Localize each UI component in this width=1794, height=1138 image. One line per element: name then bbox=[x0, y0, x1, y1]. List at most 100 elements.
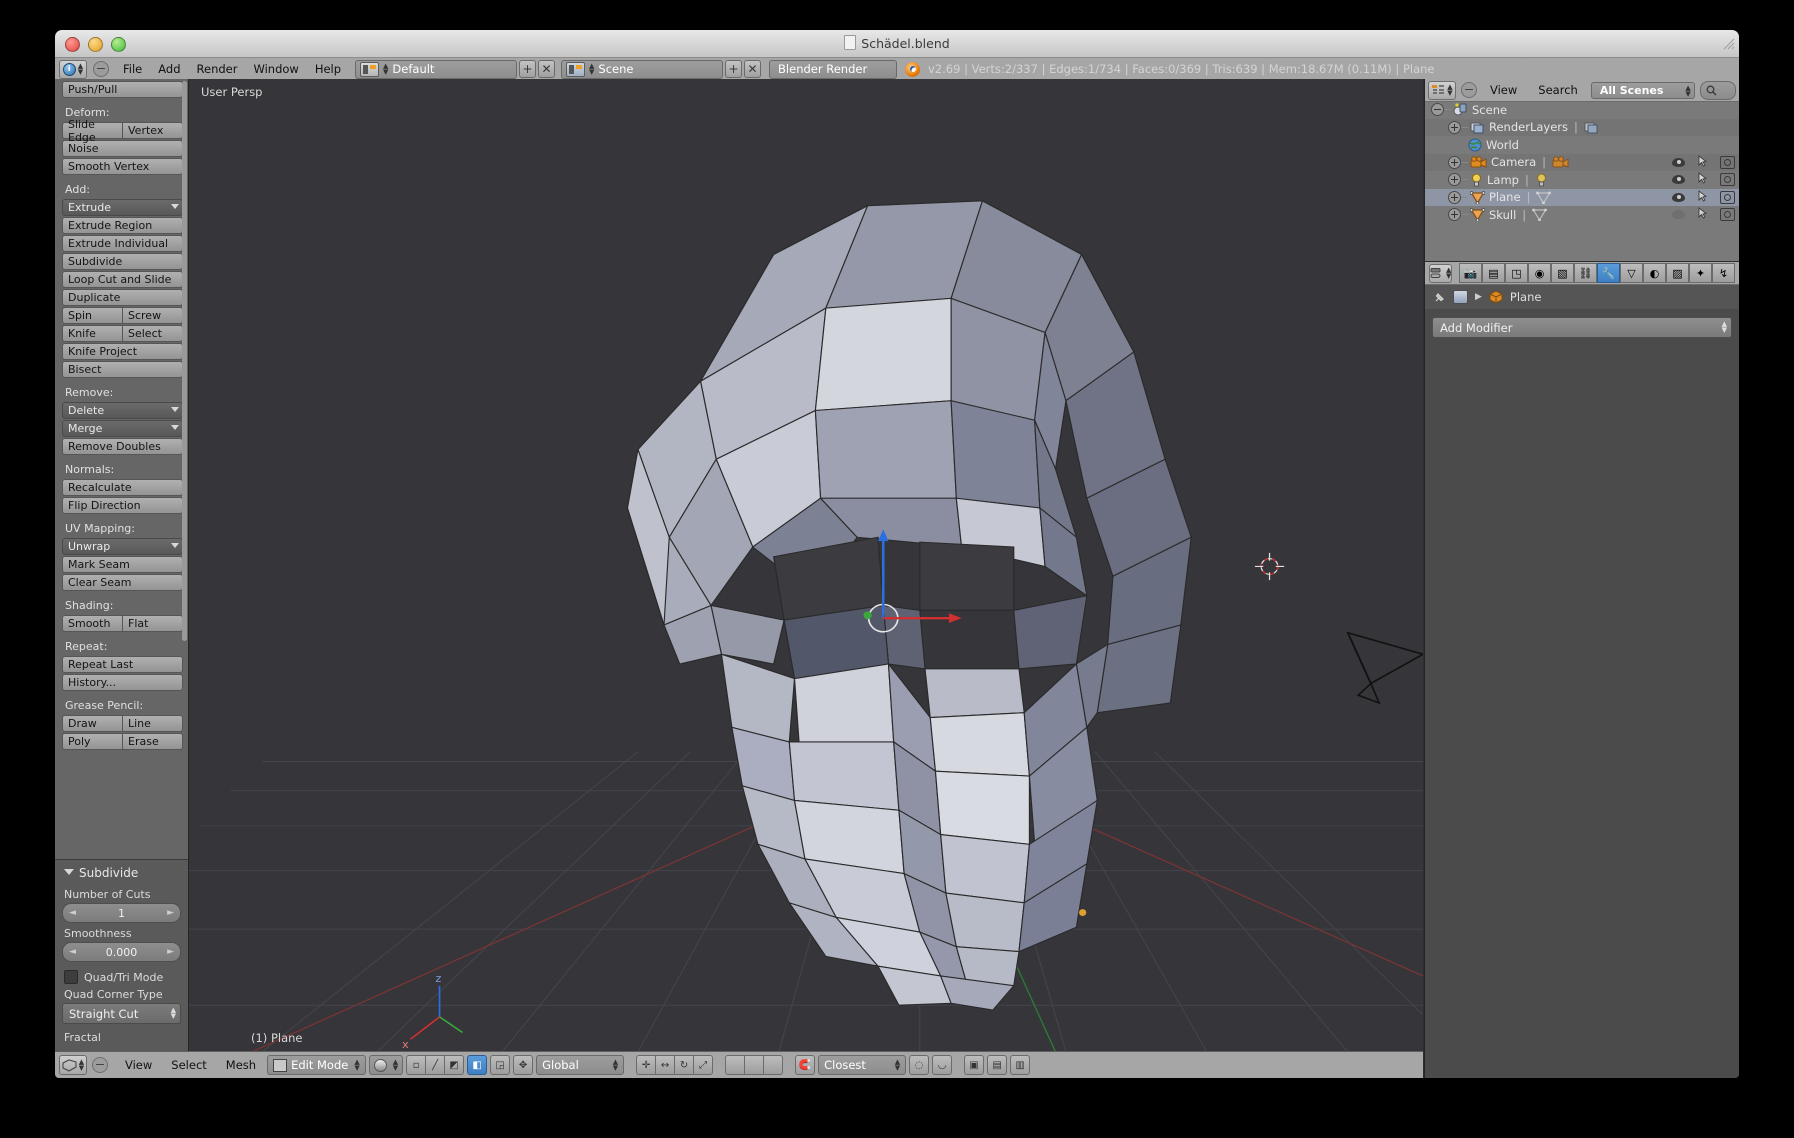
expand-icon[interactable] bbox=[1448, 121, 1461, 134]
object-data-icon[interactable] bbox=[1532, 208, 1547, 221]
face-select-icon[interactable]: ◩ bbox=[445, 1055, 464, 1075]
decrement-icon[interactable]: ◄ bbox=[69, 908, 76, 918]
tool-smooth[interactable]: Smooth bbox=[62, 615, 123, 632]
rotate-manipulator-icon[interactable]: ↻ bbox=[675, 1055, 694, 1075]
3d-viewport[interactable]: z x User Persp (1) Plane bbox=[189, 79, 1423, 1052]
scene-icon[interactable] bbox=[1453, 290, 1468, 304]
physics-icon[interactable]: ↯ bbox=[1712, 263, 1735, 283]
checker-icon[interactable]: ▨ bbox=[1666, 263, 1689, 283]
outliner-editor-icon[interactable]: ▲▼ bbox=[1428, 81, 1456, 100]
delete-scene-button[interactable]: ✕ bbox=[744, 60, 761, 78]
tool-spin[interactable]: Spin bbox=[62, 307, 123, 324]
mesh-data-icon[interactable]: ▽ bbox=[1620, 263, 1643, 283]
magnet-icon[interactable]: 🧲 bbox=[795, 1055, 815, 1075]
pivot-center-icon[interactable]: ✥ bbox=[513, 1055, 533, 1075]
menu-render[interactable]: Render bbox=[189, 60, 246, 78]
particles-icon[interactable]: ✦ bbox=[1689, 263, 1712, 283]
menu-help[interactable]: Help bbox=[307, 60, 349, 78]
tool-clear-seam[interactable]: Clear Seam bbox=[62, 574, 183, 591]
viewport-menu-mesh[interactable]: Mesh bbox=[218, 1056, 264, 1074]
number-of-cuts-field[interactable]: ◄ 1 ► bbox=[62, 903, 181, 923]
viewport-shading-selector[interactable]: ▲▼ bbox=[369, 1055, 403, 1075]
expand-icon[interactable] bbox=[1448, 156, 1461, 169]
tool-draw[interactable]: Draw bbox=[62, 715, 123, 732]
outliner-row-skull[interactable]: Skull| bbox=[1425, 206, 1739, 224]
cursor-arrow-icon[interactable] bbox=[1698, 190, 1707, 205]
quad-tri-mode-row[interactable]: Quad/Tri Mode bbox=[64, 970, 181, 984]
expand-icon[interactable] bbox=[1448, 173, 1461, 186]
object-data-icon[interactable] bbox=[1535, 173, 1548, 187]
layer-group[interactable] bbox=[725, 1055, 783, 1075]
increment-icon[interactable]: ► bbox=[167, 947, 174, 957]
tool-flat[interactable]: Flat bbox=[123, 615, 183, 632]
limit-selection-visible-icon[interactable]: ◧ bbox=[467, 1055, 487, 1075]
material-ball-icon[interactable]: ◐ bbox=[1643, 263, 1666, 283]
occlude-geometry-icon[interactable]: ◲ bbox=[490, 1055, 510, 1075]
render-camera-icon[interactable] bbox=[1720, 173, 1735, 186]
tool-extrude-region[interactable]: Extrude Region bbox=[62, 217, 183, 234]
viewport-canvas[interactable]: z x bbox=[189, 79, 1423, 1052]
proportional-falloff-icon[interactable]: ◡ bbox=[932, 1055, 952, 1075]
screen-layout-selector[interactable]: ▲▼ Default bbox=[355, 60, 517, 79]
collapse-menu-icon[interactable] bbox=[1461, 82, 1477, 98]
tool-duplicate[interactable]: Duplicate bbox=[62, 289, 183, 306]
eye-icon[interactable] bbox=[1672, 175, 1685, 184]
viewport-menu-view[interactable]: View bbox=[117, 1056, 160, 1074]
transform-orientation-selector[interactable]: Global ▲▼ bbox=[536, 1055, 624, 1075]
tool-bisect[interactable]: Bisect bbox=[62, 361, 183, 378]
render-engine-selector[interactable]: Blender Render bbox=[769, 60, 897, 79]
snap-element-selector[interactable]: Closest ▲▼ bbox=[818, 1055, 906, 1075]
smoothness-field[interactable]: ◄ 0.000 ► bbox=[62, 942, 181, 962]
expand-icon[interactable] bbox=[1448, 191, 1461, 204]
render-camera-icon[interactable] bbox=[1720, 156, 1735, 169]
object-cube-icon[interactable]: ▧ bbox=[1551, 263, 1574, 283]
eye-icon[interactable] bbox=[1672, 158, 1685, 167]
chain-icon[interactable]: ⛓ bbox=[1574, 263, 1597, 283]
cursor-arrow-icon[interactable] bbox=[1698, 172, 1707, 187]
outliner-row-camera[interactable]: Camera| bbox=[1425, 154, 1739, 172]
tool-push-pull[interactable]: Push/Pull bbox=[62, 81, 183, 98]
info-editor-icon[interactable]: i▲▼ bbox=[59, 60, 87, 79]
tool-remove-doubles[interactable]: Remove Doubles bbox=[62, 438, 183, 455]
render-layers-icon[interactable]: ▤ bbox=[1482, 263, 1505, 283]
object-data-icon[interactable] bbox=[1552, 156, 1569, 169]
interaction-mode-selector[interactable]: Edit Mode ▲▼ bbox=[267, 1055, 366, 1075]
camera-back-icon[interactable]: 📷 bbox=[1459, 263, 1482, 283]
resize-grip-icon[interactable] bbox=[1721, 36, 1735, 50]
decrement-icon[interactable]: ◄ bbox=[69, 947, 76, 957]
vertex-select-icon[interactable]: ▫ bbox=[406, 1055, 426, 1075]
add-screen-layout-button[interactable]: + bbox=[519, 60, 536, 78]
tool-line[interactable]: Line bbox=[123, 715, 183, 732]
world-icon[interactable]: ◉ bbox=[1528, 263, 1551, 283]
tool-loop-cut-and-slide[interactable]: Loop Cut and Slide bbox=[62, 271, 183, 288]
collapse-icon[interactable] bbox=[1431, 103, 1444, 116]
layer-button-3[interactable] bbox=[764, 1055, 783, 1075]
tool-subdivide[interactable]: Subdivide bbox=[62, 253, 183, 270]
proportional-edit-icon[interactable]: ◌ bbox=[909, 1055, 929, 1075]
quad-tri-mode-checkbox[interactable] bbox=[64, 970, 78, 984]
tool-delete[interactable]: Delete bbox=[62, 402, 183, 419]
tool-mark-seam[interactable]: Mark Seam bbox=[62, 556, 183, 573]
lamp-object[interactable] bbox=[1079, 909, 1086, 916]
outliner-display-mode-selector[interactable]: All Scenes ▲▼ bbox=[1591, 82, 1695, 99]
tool-shelf-scrollbar[interactable] bbox=[182, 81, 187, 641]
tool-extrude[interactable]: Extrude bbox=[62, 199, 183, 216]
tool-extrude-individual[interactable]: Extrude Individual bbox=[62, 235, 183, 252]
render-camera-icon[interactable] bbox=[1720, 191, 1735, 204]
outliner-row-world[interactable]: World bbox=[1425, 136, 1739, 154]
wrench-icon[interactable]: 🔧 bbox=[1597, 263, 1620, 283]
object-data-icon[interactable] bbox=[1536, 191, 1551, 204]
mesh-select-mode-group[interactable]: ▫ ╱ ◩ bbox=[406, 1055, 464, 1075]
add-modifier-button[interactable]: Add Modifier ▲▼ bbox=[1432, 317, 1732, 338]
viewport-menu-select[interactable]: Select bbox=[163, 1056, 214, 1074]
tool-flip-direction[interactable]: Flip Direction bbox=[62, 497, 183, 514]
properties-tab-group[interactable]: 📷▤◳◉▧⛓🔧▽◐▨✦↯ bbox=[1459, 263, 1735, 283]
tool-recalculate[interactable]: Recalculate bbox=[62, 479, 183, 496]
pin-icon[interactable] bbox=[1433, 291, 1446, 304]
outliner-row-plane[interactable]: Plane| bbox=[1425, 189, 1739, 207]
outliner-search-input[interactable] bbox=[1700, 81, 1736, 100]
add-scene-button[interactable]: + bbox=[725, 60, 742, 78]
outliner-menu-search[interactable]: Search bbox=[1530, 81, 1586, 99]
outliner-tree[interactable]: SceneRenderLayers|WorldCamera|Lamp|Plane… bbox=[1425, 101, 1739, 261]
tool-knife-project[interactable]: Knife Project bbox=[62, 343, 183, 360]
